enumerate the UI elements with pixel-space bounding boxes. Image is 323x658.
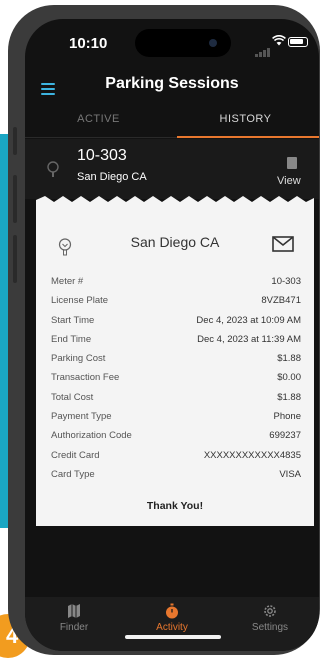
stopwatch-icon xyxy=(166,603,178,619)
receipt-row: Card Type VISA xyxy=(51,468,301,480)
receipt-thank-you: Thank You! xyxy=(146,500,204,512)
phone-side-button xyxy=(13,175,17,223)
parking-meter-icon xyxy=(47,161,59,180)
receipt-row: Meter #10-303 xyxy=(51,276,301,287)
map-icon xyxy=(68,604,80,618)
home-indicator xyxy=(125,635,221,639)
session-location: San Diego CA xyxy=(77,171,147,183)
status-bar: 10:10 xyxy=(25,19,319,67)
receipt-row: End Time Dec 4, 2023 at 11:39 AM xyxy=(51,333,301,345)
gear-icon xyxy=(264,605,276,617)
nav-activity[interactable]: Activity xyxy=(123,603,221,633)
nav-settings[interactable]: Settings xyxy=(221,603,319,633)
nav-activity-label: Activity xyxy=(156,622,188,633)
receipt-row: Start Time Dec 4, 2023 at 10:09 AM xyxy=(51,314,301,326)
nav-settings-label: Settings xyxy=(251,622,289,633)
receipt-row: Authorization Code 699237 xyxy=(51,430,301,442)
signal-icon xyxy=(255,39,271,57)
tab-selected-indicator xyxy=(177,136,319,138)
wifi-icon xyxy=(272,34,286,49)
page-title: Parking Sessions xyxy=(105,75,239,92)
battery-icon xyxy=(288,37,308,47)
view-link[interactable]: View xyxy=(277,175,301,187)
receipt-row: Parking Cost $1.88 xyxy=(51,353,301,365)
bottom-nav: Finder Activity Settings xyxy=(25,597,319,651)
receipt-row: Total Cost $1.88 xyxy=(51,391,301,403)
phone-side-button xyxy=(13,127,17,155)
phone-side-button xyxy=(13,235,17,283)
tab-history[interactable]: HISTORY xyxy=(172,113,319,125)
nav-finder-label: Finder xyxy=(59,622,89,633)
phone-frame: 10:10 Parking Sessions ACTIVE HISTORY 10… xyxy=(8,5,320,655)
receipt-icon xyxy=(287,157,297,169)
nav-finder[interactable]: Finder xyxy=(25,603,123,633)
session-meter-number: 10-303 xyxy=(77,147,127,164)
receipt-row: Transaction Fee $0.00 xyxy=(51,372,301,384)
receipt-card: San Diego CA Meter #10-303 License Plate… xyxy=(36,204,314,526)
email-icon[interactable] xyxy=(272,236,294,252)
dynamic-island xyxy=(135,29,231,57)
app-bar: Parking Sessions xyxy=(25,67,319,111)
app-screen: 10:10 Parking Sessions ACTIVE HISTORY 10… xyxy=(25,19,319,651)
status-time: 10:10 xyxy=(69,35,108,52)
receipt-row: License Plate 8VZB471 xyxy=(51,295,301,307)
receipt-row: Payment Type Phone xyxy=(51,411,301,423)
tab-active[interactable]: ACTIVE xyxy=(25,113,172,125)
receipt-row: Credit Card XXXXXXXXXXXX4835 xyxy=(51,449,301,461)
session-list-item[interactable]: 10-303 San Diego CA View xyxy=(25,139,319,199)
receipt-details: Meter #10-303 License Plate 8VZB471 Start… xyxy=(51,274,301,486)
tab-bar: ACTIVE HISTORY xyxy=(25,107,319,138)
